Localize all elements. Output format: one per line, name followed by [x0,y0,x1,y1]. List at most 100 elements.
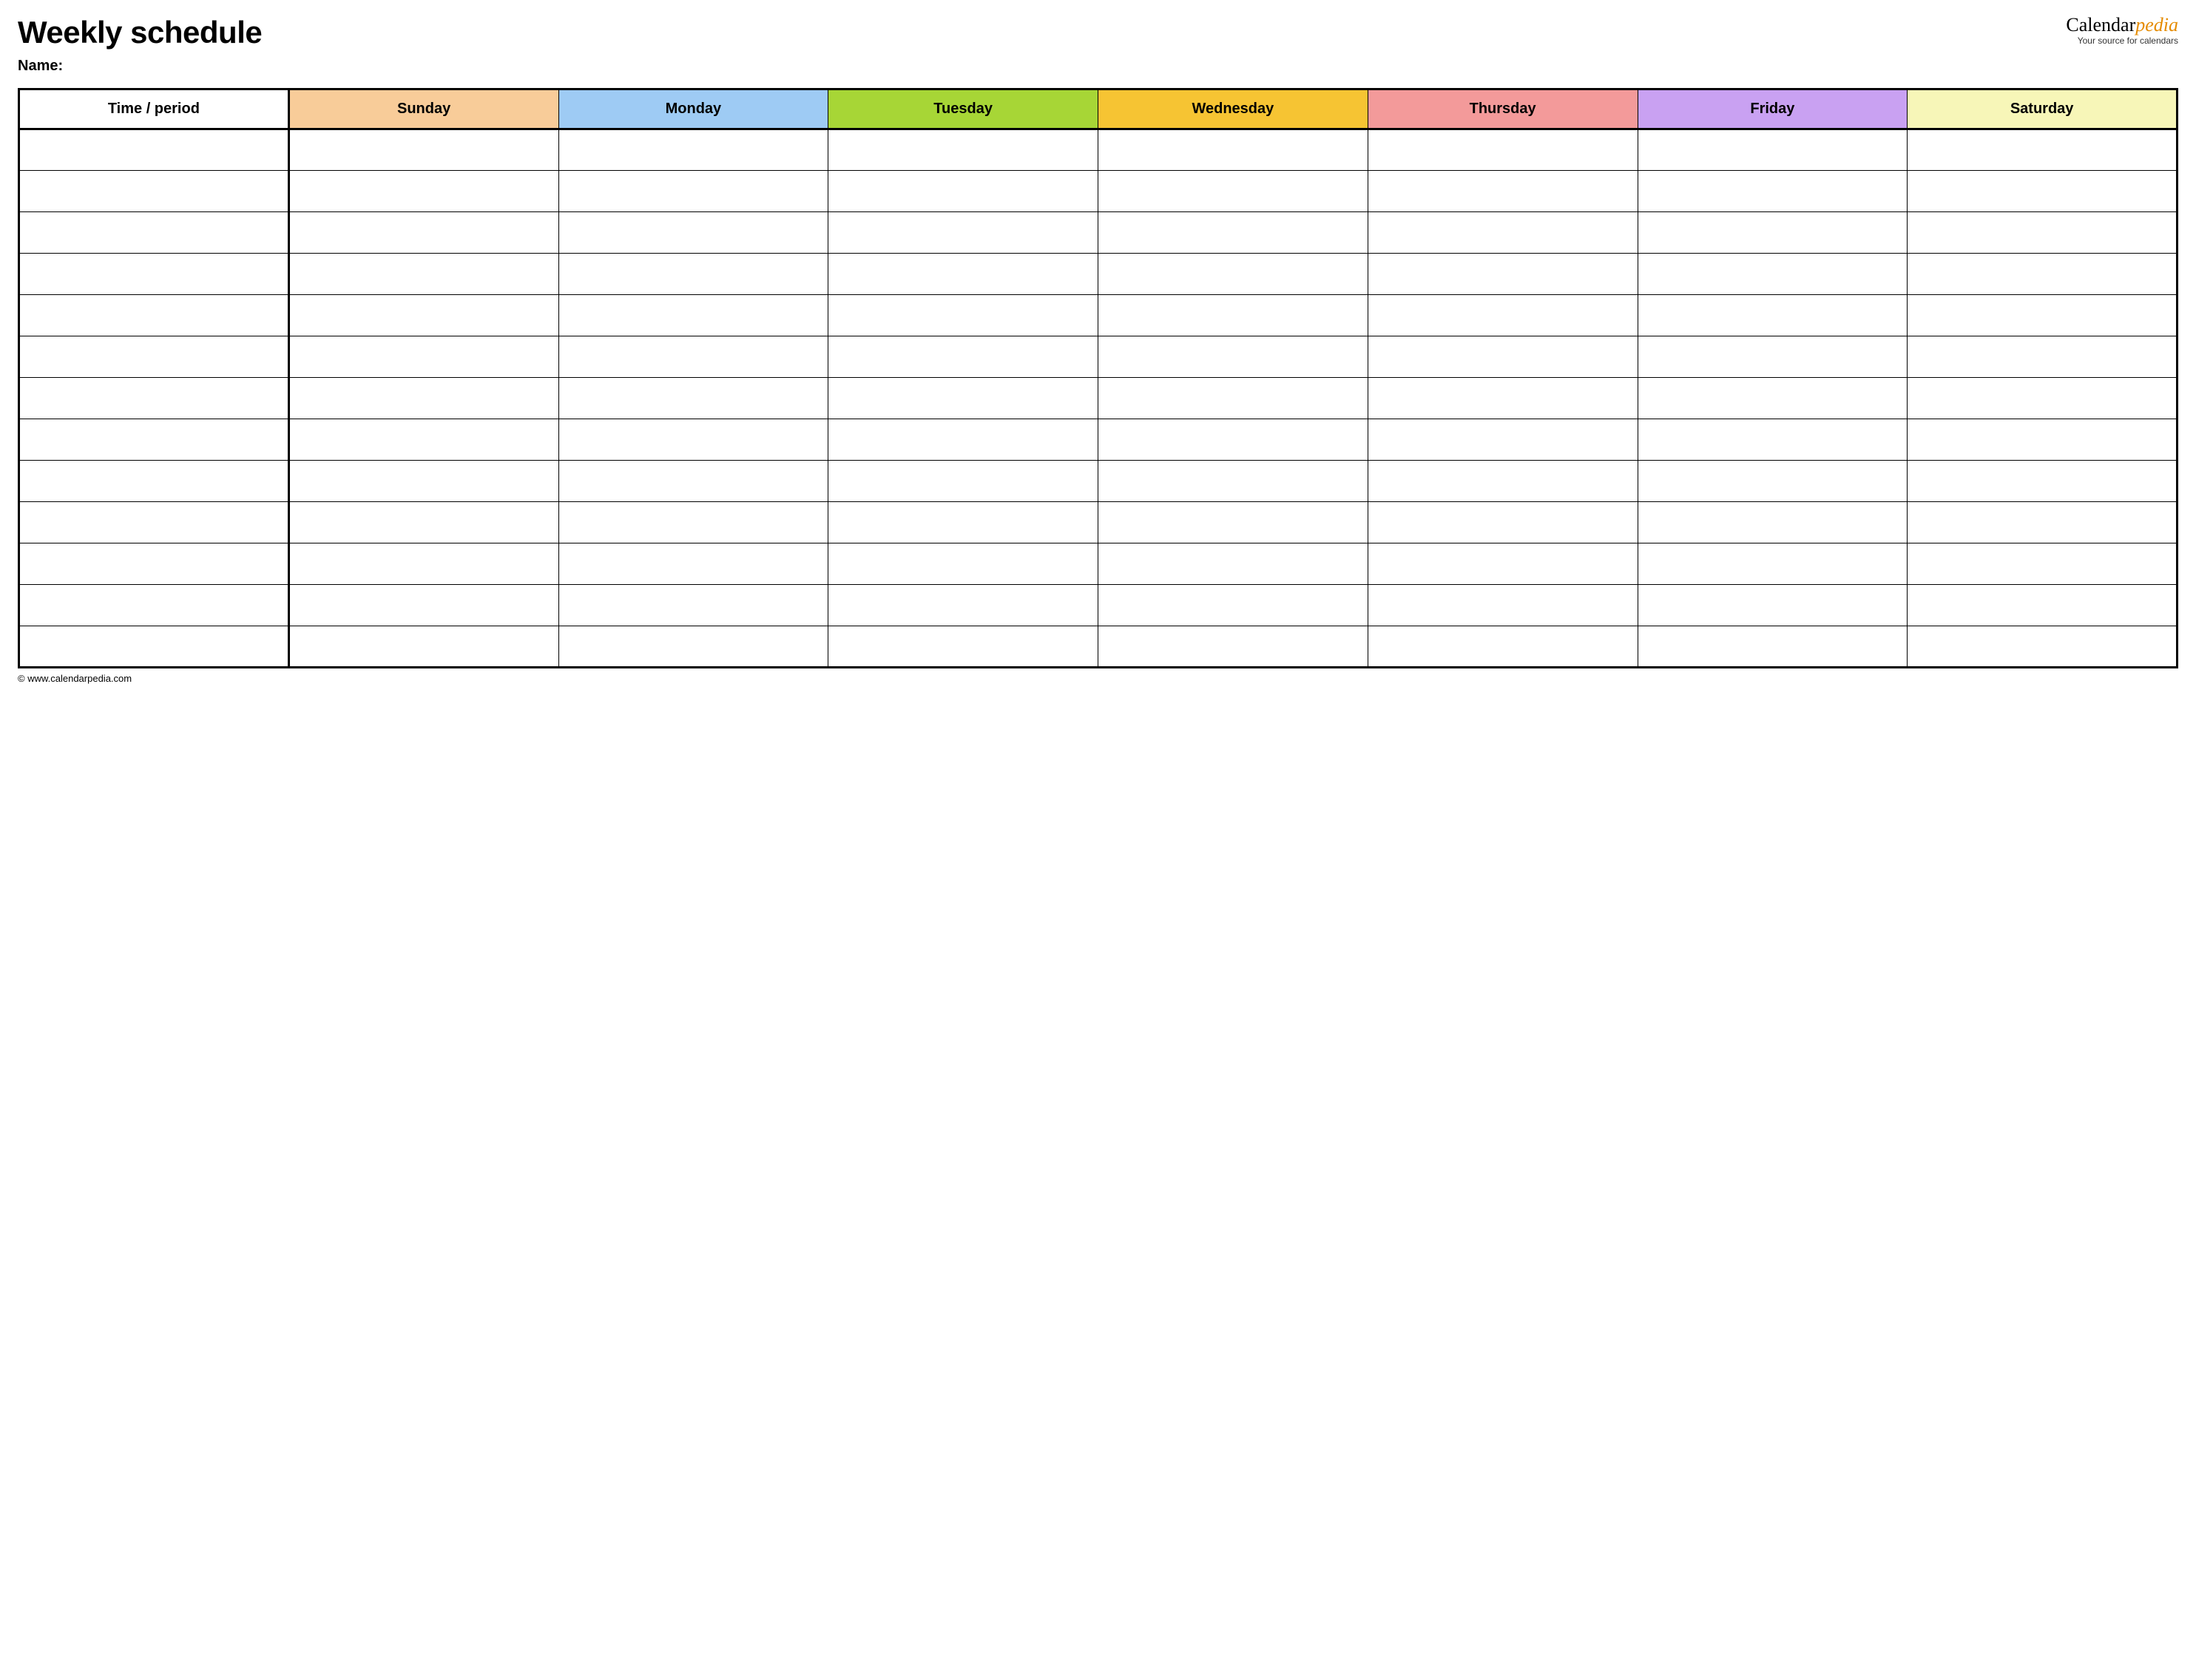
schedule-cell [288,461,558,502]
schedule-cell [1638,502,1908,543]
schedule-cell [828,419,1098,461]
column-header-tuesday: Tuesday [828,89,1098,129]
schedule-cell [558,626,828,668]
schedule-cell [828,295,1098,336]
schedule-cell [1098,626,1368,668]
time-cell [19,419,289,461]
schedule-cell [558,502,828,543]
schedule-table: Time / periodSundayMondayTuesdayWednesda… [18,88,2178,668]
brand-name-part1: Calendar [2066,14,2135,35]
schedule-cell [1908,171,2178,212]
column-header-friday: Friday [1638,89,1908,129]
name-label: Name: [18,58,262,75]
schedule-cell [1908,419,2178,461]
schedule-cell [1908,461,2178,502]
schedule-cell [1368,585,1638,626]
schedule-cell [1638,254,1908,295]
schedule-cell [288,502,558,543]
schedule-cell [1098,212,1368,254]
column-header-thursday: Thursday [1368,89,1638,129]
schedule-cell [1368,129,1638,171]
table-row [19,585,2178,626]
brand-tagline: Your source for calendars [2066,36,2178,46]
time-cell [19,212,289,254]
time-cell [19,585,289,626]
schedule-cell [1638,461,1908,502]
table-row [19,461,2178,502]
column-header-sunday: Sunday [288,89,558,129]
schedule-cell [1098,419,1368,461]
table-row [19,378,2178,419]
time-cell [19,378,289,419]
table-row [19,295,2178,336]
schedule-cell [288,543,558,585]
table-row [19,419,2178,461]
schedule-cell [558,129,828,171]
schedule-cell [1368,254,1638,295]
time-cell [19,461,289,502]
schedule-cell [288,212,558,254]
schedule-cell [828,585,1098,626]
time-cell [19,336,289,378]
schedule-cell [288,378,558,419]
brand-name-part2: pedia [2135,14,2178,35]
schedule-cell [1908,585,2178,626]
schedule-cell [1638,419,1908,461]
schedule-cell [1368,543,1638,585]
schedule-cell [1098,461,1368,502]
schedule-cell [1368,171,1638,212]
time-cell [19,129,289,171]
title-block: Weekly schedule Name: [18,15,262,75]
schedule-cell [288,336,558,378]
schedule-cell [1908,254,2178,295]
schedule-cell [1638,543,1908,585]
footer-copyright: © www.calendarpedia.com [18,673,2178,684]
schedule-cell [288,626,558,668]
schedule-cell [558,212,828,254]
schedule-cell [558,171,828,212]
schedule-cell [1638,129,1908,171]
schedule-cell [558,378,828,419]
schedule-cell [558,419,828,461]
schedule-cell [558,254,828,295]
table-row [19,626,2178,668]
time-cell [19,171,289,212]
schedule-cell [1098,378,1368,419]
table-row [19,212,2178,254]
schedule-cell [1098,543,1368,585]
table-header: Time / periodSundayMondayTuesdayWednesda… [19,89,2178,129]
schedule-cell [1098,585,1368,626]
schedule-cell [558,543,828,585]
table-row [19,543,2178,585]
schedule-cell [828,336,1098,378]
table-row [19,336,2178,378]
schedule-cell [1098,171,1368,212]
schedule-cell [1368,626,1638,668]
schedule-cell [558,295,828,336]
schedule-cell [828,171,1098,212]
schedule-cell [558,336,828,378]
schedule-cell [1368,461,1638,502]
column-header-wednesday: Wednesday [1098,89,1368,129]
schedule-cell [1098,254,1368,295]
schedule-cell [558,461,828,502]
page-header: Weekly schedule Name: Calendarpedia Your… [18,15,2178,75]
schedule-cell [1908,378,2178,419]
time-cell [19,626,289,668]
schedule-cell [828,543,1098,585]
schedule-cell [1368,212,1638,254]
brand-name: Calendarpedia [2066,15,2178,36]
column-header-time: Time / period [19,89,289,129]
schedule-cell [828,254,1098,295]
schedule-cell [1638,585,1908,626]
schedule-cell [1908,626,2178,668]
schedule-cell [828,502,1098,543]
table-row [19,129,2178,171]
table-row [19,502,2178,543]
schedule-cell [288,585,558,626]
schedule-cell [828,461,1098,502]
schedule-cell [1098,502,1368,543]
table-row [19,171,2178,212]
schedule-cell [1908,543,2178,585]
schedule-cell [1638,336,1908,378]
